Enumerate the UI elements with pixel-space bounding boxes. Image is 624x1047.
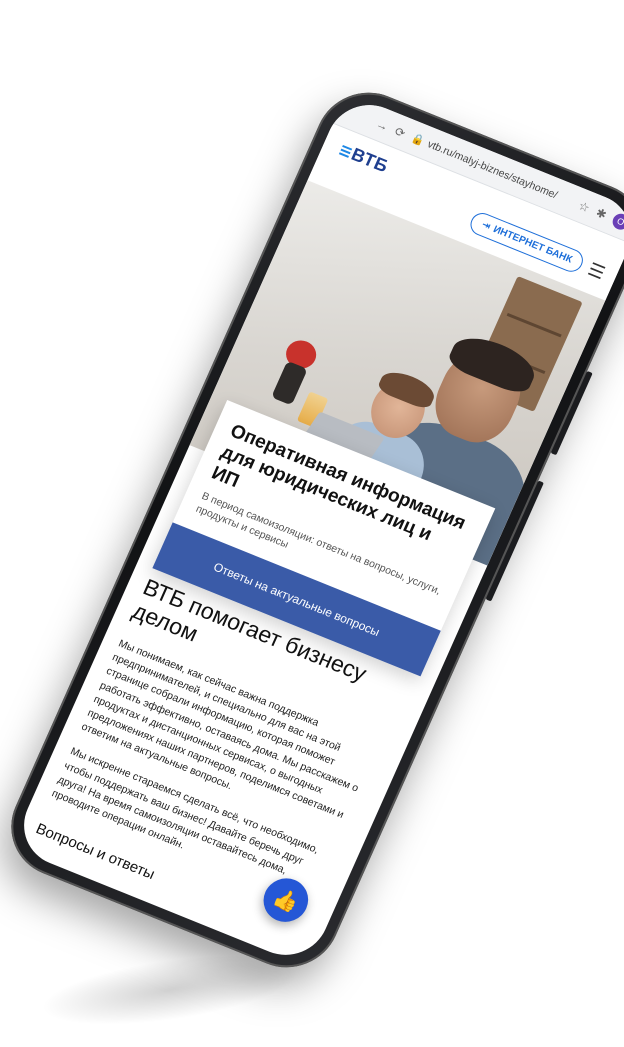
- smartphone: → ⟳ 🔒 vtb.ru/malyj-biznes/stayhome/ ☆ ✱ …: [0, 77, 624, 983]
- thumbs-up-icon: 👍: [269, 885, 302, 916]
- vase: [271, 360, 308, 406]
- phone-screen: → ⟳ 🔒 vtb.ru/malyj-biznes/stayhome/ ☆ ✱ …: [10, 92, 624, 968]
- vtb-logo[interactable]: ВТБ: [337, 139, 392, 177]
- hamburger-menu-icon[interactable]: ☰: [585, 259, 608, 283]
- login-icon: ⇥: [479, 219, 493, 233]
- lock-icon: 🔒: [409, 131, 427, 148]
- star-icon[interactable]: ☆: [577, 198, 593, 215]
- avatar-letter: O: [615, 215, 624, 228]
- reload-icon[interactable]: ⟳: [393, 124, 408, 141]
- puzzle-icon[interactable]: ✱: [594, 205, 609, 222]
- arrow-right-icon[interactable]: →: [374, 116, 391, 133]
- profile-avatar[interactable]: O: [610, 210, 624, 232]
- scene: → ⟳ 🔒 vtb.ru/malyj-biznes/stayhome/ ☆ ✱ …: [0, 0, 624, 1047]
- logo-text: ВТБ: [348, 143, 392, 177]
